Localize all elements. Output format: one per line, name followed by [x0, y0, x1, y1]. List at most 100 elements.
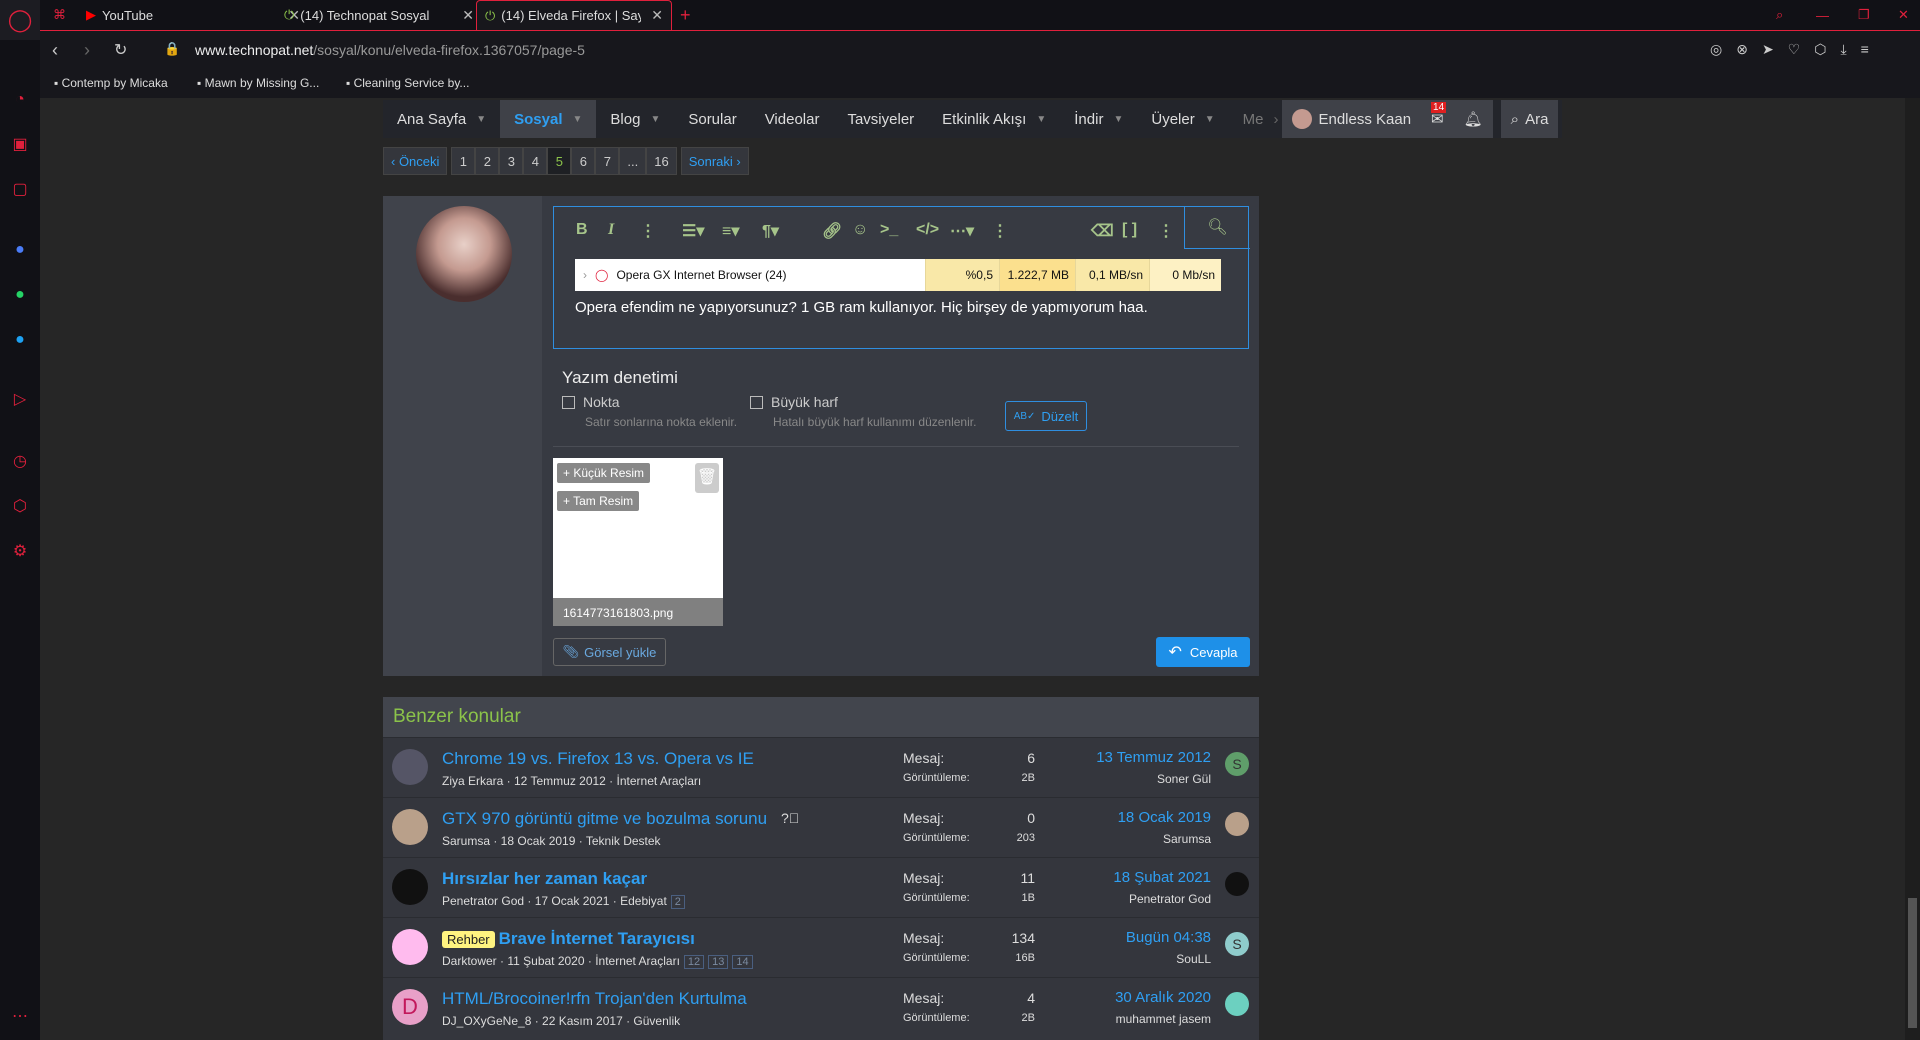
messenger-icon[interactable]: ●	[8, 238, 32, 262]
last-post-date[interactable]: 18 Ocak 2019	[1118, 809, 1211, 826]
search-tabs-icon[interactable]: ⌕	[1768, 0, 1791, 30]
duzelt-button[interactable]: AB✓ Düzelt	[1005, 401, 1087, 431]
page-link[interactable]: 5	[547, 147, 572, 175]
avatar[interactable]	[416, 206, 512, 302]
italic-icon[interactable]: I	[608, 221, 614, 239]
scrollbar-thumb[interactable]	[1908, 898, 1917, 1028]
message-editor[interactable]: B I ⋮ ☰▾ ≡▾ ¶▾ 🔗︎ ☺ >_ </> ⋯▾ ⋮ ⌫ [ ] ⋮ …	[553, 206, 1250, 349]
nav-more[interactable]: Me ›	[1229, 100, 1283, 138]
bold-icon[interactable]: B	[576, 221, 588, 239]
opera-logo-icon[interactable]: ◯	[0, 0, 40, 40]
tab-youtube[interactable]: ▶ YouTube ✕	[78, 0, 308, 30]
thread-title[interactable]: Rehber Brave İnternet Tarayıcısı	[442, 929, 695, 949]
last-post-user[interactable]: SouLL	[1176, 952, 1211, 966]
page-link[interactable]: 14	[732, 955, 753, 969]
prev-page[interactable]: ‹ Önceki	[383, 147, 448, 175]
page-link[interactable]: 2	[670, 895, 685, 909]
nokta-checkbox[interactable]: Nokta	[562, 394, 620, 410]
forward-button[interactable]: ›	[84, 40, 90, 61]
last-post-user[interactable]: Soner Gül	[1157, 772, 1211, 786]
box-icon[interactable]: ⬡	[8, 495, 32, 519]
reply-button[interactable]: ↶ Cevapla	[1156, 637, 1250, 667]
more-insert-icon[interactable]: ⋯▾	[950, 221, 974, 241]
page-link[interactable]: 12	[683, 955, 705, 969]
next-page[interactable]: Sonraki ›	[680, 147, 749, 175]
more-icon[interactable]: ⋮	[640, 221, 656, 241]
minimize-button[interactable]: —	[1808, 0, 1837, 30]
link-icon[interactable]: 🔗︎	[822, 221, 842, 241]
page-link[interactable]: 6	[571, 147, 596, 175]
history-icon[interactable]: ◷	[8, 450, 32, 474]
trash-icon[interactable]: 🗑︎	[695, 463, 719, 493]
page-link[interactable]: 13	[708, 955, 729, 969]
twitter-icon[interactable]: ●	[8, 328, 32, 352]
last-post-user[interactable]: muhammet jasem	[1116, 1012, 1211, 1026]
settings-icon[interactable]: ⚙	[8, 540, 32, 564]
last-poster-avatar[interactable]	[1225, 812, 1249, 836]
user-menu[interactable]: Endless Kaan	[1282, 100, 1422, 138]
last-post-user[interactable]: Penetrator God	[1129, 892, 1211, 906]
new-tab-button[interactable]: +	[672, 0, 699, 30]
nav-sorular[interactable]: Sorular	[674, 100, 750, 138]
nav-tavsiyeler[interactable]: Tavsiyeler	[833, 100, 928, 138]
speed-icon[interactable]: ◔	[8, 88, 32, 112]
close-window-button[interactable]: ✕	[1890, 0, 1917, 30]
search-button[interactable]: ⌕ Ara	[1500, 100, 1559, 138]
insert-full-button[interactable]: + Tam Resim	[557, 491, 640, 511]
avatar[interactable]	[392, 809, 428, 845]
avatar[interactable]	[392, 749, 428, 785]
page-link[interactable]: 16	[646, 147, 677, 175]
alerts-button[interactable]: 🔔︎	[1453, 100, 1493, 138]
page-link[interactable]: 2	[475, 147, 500, 175]
buyuk-harf-checkbox[interactable]: Büyük harf	[750, 394, 838, 410]
tab-technopat[interactable]: ⏻ (14) Technopat Sosyal ✕	[276, 0, 482, 30]
last-poster-avatar[interactable]: S	[1225, 752, 1249, 776]
last-post-date[interactable]: Bugün 04:38	[1126, 929, 1211, 946]
thread-title[interactable]: Hırsızlar her zaman kaçar	[442, 869, 647, 889]
url-field[interactable]: www.technopat.net/sosyal/konu/elveda-fir…	[195, 42, 585, 58]
align-icon[interactable]: ≡▾	[722, 221, 739, 241]
message-text[interactable]: Opera efendim ne yapıyorsunuz? 1 GB ram …	[575, 299, 1148, 316]
preview-icon[interactable]: 🔍︎	[1184, 207, 1250, 249]
bookmark[interactable]: ▪ Mawn by Missing G...	[197, 76, 319, 90]
thread-title[interactable]: HTML/Brocoiner!rfn Trojan'den Kurtulma	[442, 989, 747, 1009]
nav-etkinlik[interactable]: Etkinlik Akışı ▼	[928, 100, 1060, 138]
avatar[interactable]	[392, 869, 428, 905]
nav-ana-sayfa[interactable]: Ana Sayfa ▼	[383, 100, 500, 138]
inbox-button[interactable]: ✉ 14	[1421, 100, 1454, 138]
twitch-icon[interactable]: ▢	[8, 178, 32, 202]
last-post-user[interactable]: Sarumsa	[1163, 832, 1211, 846]
nav-uyeler[interactable]: Üyeler ▼	[1137, 100, 1228, 138]
code-icon[interactable]: </>	[916, 221, 939, 239]
reload-button[interactable]: ↻	[114, 40, 127, 60]
nav-sosyal[interactable]: Sosyal ▼	[500, 100, 597, 138]
brackets-icon[interactable]: [ ]	[1122, 221, 1137, 239]
nav-videolar[interactable]: Videolar	[751, 100, 834, 138]
last-poster-avatar[interactable]	[1225, 992, 1249, 1016]
bookmark[interactable]: ▪ Cleaning Service by...	[346, 76, 469, 90]
smilie-icon[interactable]: ☺	[852, 221, 868, 239]
page-link[interactable]: 1	[451, 147, 476, 175]
code-inline-icon[interactable]: >_	[880, 221, 898, 239]
tab-elveda-firefox[interactable]: ⏻(14) Elveda Firefox | Sayfa 5✕	[476, 0, 672, 30]
bag-icon[interactable]: ▣	[8, 133, 32, 157]
player-icon[interactable]: ▷	[8, 388, 32, 412]
avatar[interactable]: D	[392, 989, 428, 1025]
scrollbar[interactable]	[1905, 98, 1920, 1040]
page-link[interactable]: 7	[595, 147, 620, 175]
more-icon[interactable]: ⋮	[992, 221, 1008, 241]
nav-blog[interactable]: Blog ▼	[596, 100, 674, 138]
page-link[interactable]: ...	[619, 147, 647, 175]
bookmark[interactable]: ▪ Contemp by Micaka	[54, 76, 168, 90]
avatar[interactable]	[392, 929, 428, 965]
maximize-button[interactable]: ❐	[1850, 0, 1878, 30]
paragraph-icon[interactable]: ¶▾	[762, 221, 779, 241]
last-post-date[interactable]: 30 Aralık 2020	[1115, 989, 1211, 1006]
toolbar-icons[interactable]: ◎⊗➤♡⬡⤓≡	[1710, 41, 1883, 58]
last-poster-avatar[interactable]: S	[1225, 932, 1249, 956]
list-icon[interactable]: ☰▾	[682, 221, 704, 241]
thread-title[interactable]: Chrome 19 vs. Firefox 13 vs. Opera vs IE	[442, 749, 754, 769]
back-button[interactable]: ‹	[52, 40, 58, 61]
more-icon[interactable]: ⋯	[8, 1005, 32, 1029]
nav-indir[interactable]: İndir ▼	[1060, 100, 1137, 138]
